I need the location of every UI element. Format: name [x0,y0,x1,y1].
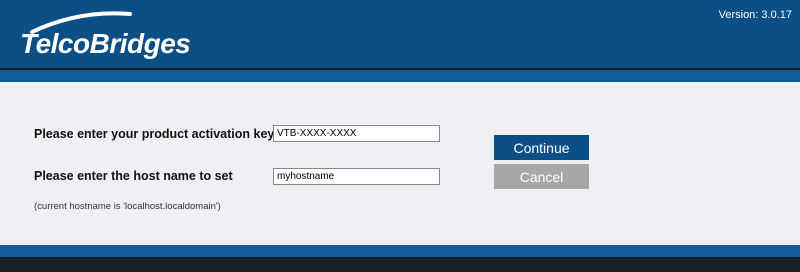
footer-band [0,245,800,257]
continue-button[interactable]: Continue [494,135,589,160]
logo-text: TelcoBridges [20,28,191,59]
version-text: Version: 3.0.17 [718,9,792,21]
telcobridges-logo: TelcoBridges [18,8,218,64]
current-hostname-note: (current hostname is 'localhost.localdom… [34,201,221,212]
activation-form: Please enter your product activation key… [0,82,800,245]
footer-bar [0,257,800,272]
cancel-button[interactable]: Cancel [494,164,589,189]
activation-key-input[interactable] [273,125,440,142]
hostname-input[interactable] [273,168,440,185]
activation-key-label: Please enter your product activation key [34,127,275,141]
header: TelcoBridges Version: 3.0.17 [0,0,800,68]
hostname-label: Please enter the host name to set [34,169,233,183]
header-band [0,70,800,82]
